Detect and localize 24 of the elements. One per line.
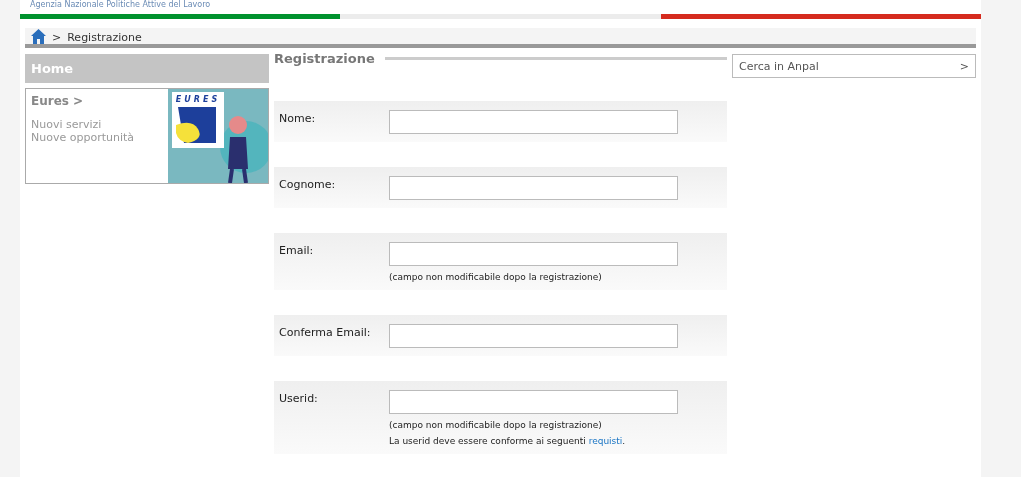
input-field[interactable]	[389, 242, 678, 266]
input-field[interactable]	[389, 390, 678, 414]
field-note: La userid deve essere conforme ai seguenti requisti.	[389, 436, 627, 446]
input-field[interactable]	[389, 324, 678, 348]
agency-name: Agenzia Nazionale Politiche Attive del Lavoro	[29, 0, 212, 11]
field-label: Conferma Email:	[279, 325, 372, 341]
home-icon[interactable]	[31, 29, 46, 44]
field-label: Email:	[279, 243, 315, 259]
search-link[interactable]: Cerca in Anpal >	[732, 54, 976, 78]
field-label: Nome:	[279, 111, 317, 127]
field-note: (campo non modificabile dopo la registrazione)	[389, 272, 603, 282]
promo-line: Nuove opportunità	[31, 131, 136, 144]
field-label: Userid:	[279, 391, 319, 407]
promo-card[interactable]: Eures > Nuovi servizi Nuove opportunità EURES	[25, 88, 269, 184]
form-title: Registrazione	[274, 51, 375, 66]
breadcrumb-current: Registrazione	[67, 31, 142, 44]
promo-title: Eures >	[31, 94, 85, 108]
input-field[interactable]	[389, 176, 678, 200]
field-label: Cognome:	[279, 177, 337, 193]
eures-illustration-drawing: EURES	[168, 89, 268, 183]
field-note: (campo non modificabile dopo la registrazione)	[389, 420, 603, 430]
input-field[interactable]	[389, 110, 678, 134]
promo-line: Nuovi servizi	[31, 118, 103, 131]
breadcrumb-separator: >	[52, 31, 62, 44]
